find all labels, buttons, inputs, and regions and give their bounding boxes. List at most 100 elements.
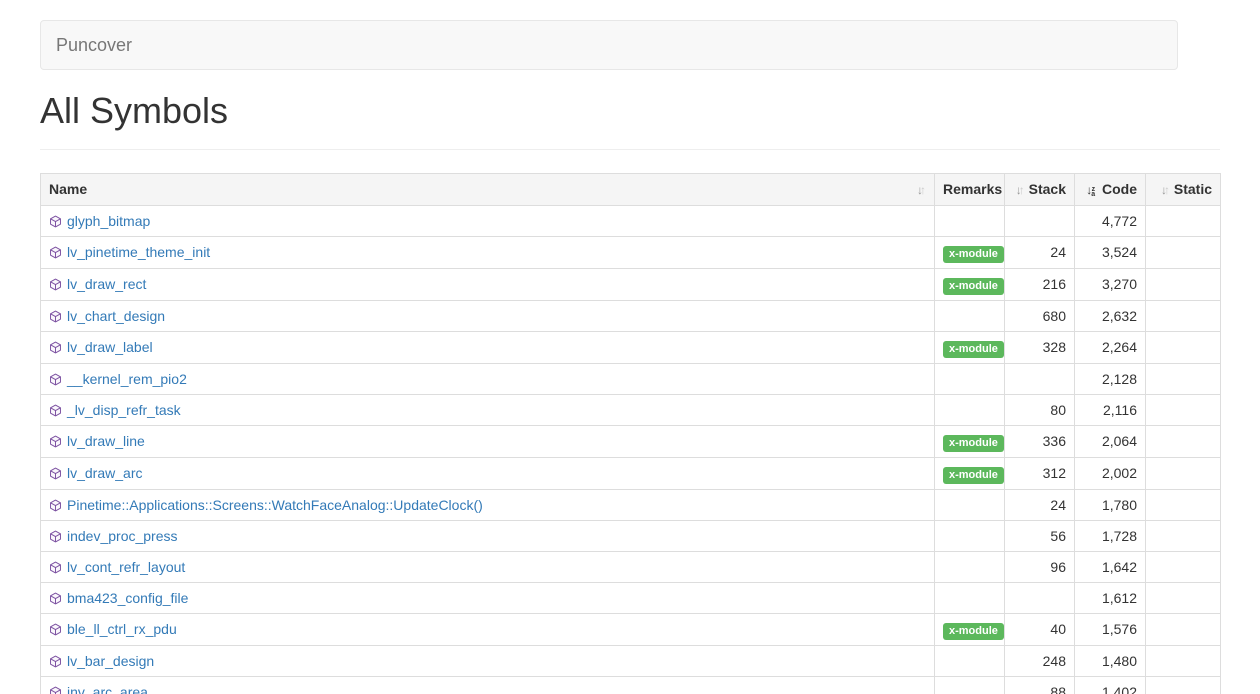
column-header-stack[interactable]: ↓↑ Stack: [1005, 173, 1075, 205]
cube-icon: [49, 246, 62, 259]
remarks-cell: [935, 676, 1005, 694]
symbol-row: lv_bar_design 248 1,480: [41, 645, 1221, 676]
stack-value-cell: 328: [1005, 331, 1075, 363]
symbol-link[interactable]: __kernel_rem_pio2: [67, 371, 187, 387]
static-value-cell: [1146, 645, 1221, 676]
symbols-table: Name ↓↑ Remarks ↓↑ Stack ↓za Code ↓↑ Sta…: [40, 173, 1221, 694]
code-value-cell: 1,728: [1075, 520, 1146, 551]
symbol-link[interactable]: glyph_bitmap: [67, 213, 150, 229]
name-cell: Pinetime::Applications::Screens::WatchFa…: [41, 489, 935, 520]
static-value-cell: [1146, 613, 1221, 645]
column-header-static[interactable]: ↓↑ Static: [1146, 173, 1221, 205]
sort-alpha-desc-icon: ↓za: [1086, 179, 1095, 200]
symbol-link[interactable]: inv_arc_area: [67, 684, 148, 694]
column-label-stack: Stack: [1029, 181, 1066, 197]
column-header-name[interactable]: Name ↓↑: [41, 173, 935, 205]
name-cell: lv_draw_line: [41, 425, 935, 457]
code-value-cell: 1,780: [1075, 489, 1146, 520]
remarks-cell: [935, 582, 1005, 613]
stack-value-cell: 24: [1005, 489, 1075, 520]
symbol-link[interactable]: lv_draw_label: [67, 339, 153, 355]
navbar: Puncover: [40, 20, 1178, 70]
code-value-cell: 1,642: [1075, 551, 1146, 582]
code-value-cell: 3,270: [1075, 268, 1146, 300]
static-value-cell: [1146, 457, 1221, 489]
name-cell: ble_ll_ctrl_rx_pdu: [41, 613, 935, 645]
symbol-link[interactable]: ble_ll_ctrl_rx_pdu: [67, 621, 177, 637]
symbol-row: glyph_bitmap 4,772: [41, 205, 1221, 236]
symbol-link[interactable]: lv_chart_design: [67, 308, 165, 324]
remarks-cell: [935, 645, 1005, 676]
code-value-cell: 3,524: [1075, 236, 1146, 268]
symbol-row: _lv_disp_refr_task 80 2,116: [41, 394, 1221, 425]
symbol-link[interactable]: _lv_disp_refr_task: [67, 402, 181, 418]
cube-icon: [49, 655, 62, 668]
symbol-link[interactable]: lv_draw_rect: [67, 276, 146, 292]
static-value-cell: [1146, 520, 1221, 551]
static-value-cell: [1146, 394, 1221, 425]
column-header-code[interactable]: ↓za Code: [1075, 173, 1146, 205]
symbol-link[interactable]: lv_cont_refr_layout: [67, 559, 185, 575]
symbol-link[interactable]: lv_bar_design: [67, 653, 154, 669]
code-value-cell: 2,064: [1075, 425, 1146, 457]
remarks-cell: x-module: [935, 268, 1005, 300]
symbol-link[interactable]: lv_pinetime_theme_init: [67, 244, 210, 260]
symbol-row: inv_arc_area 88 1,402: [41, 676, 1221, 694]
name-cell: lv_draw_rect: [41, 268, 935, 300]
code-value-cell: 1,576: [1075, 613, 1146, 645]
name-cell: lv_draw_label: [41, 331, 935, 363]
symbol-row: bma423_config_file 1,612: [41, 582, 1221, 613]
symbol-link[interactable]: lv_draw_line: [67, 433, 145, 449]
symbol-link[interactable]: indev_proc_press: [67, 528, 178, 544]
navbar-brand[interactable]: Puncover: [41, 35, 147, 55]
code-value-cell: 2,632: [1075, 300, 1146, 331]
stack-value-cell: 336: [1005, 425, 1075, 457]
name-cell: _lv_disp_refr_task: [41, 394, 935, 425]
symbol-link[interactable]: Pinetime::Applications::Screens::WatchFa…: [67, 497, 483, 513]
stack-value-cell: 216: [1005, 268, 1075, 300]
column-header-remarks[interactable]: Remarks: [935, 173, 1005, 205]
static-value-cell: [1146, 489, 1221, 520]
code-value-cell: 2,116: [1075, 394, 1146, 425]
stack-value-cell: 80: [1005, 394, 1075, 425]
x-module-badge: x-module: [943, 246, 1004, 263]
symbol-row: lv_cont_refr_layout 96 1,642: [41, 551, 1221, 582]
code-value-cell: 2,002: [1075, 457, 1146, 489]
x-module-badge: x-module: [943, 623, 1004, 640]
cube-icon: [49, 435, 62, 448]
static-value-cell: [1146, 363, 1221, 394]
cube-icon: [49, 686, 62, 694]
static-value-cell: [1146, 236, 1221, 268]
stack-value-cell: [1005, 582, 1075, 613]
sort-up-down-icon: ↓↑: [1016, 180, 1022, 200]
remarks-cell: x-module: [935, 457, 1005, 489]
remarks-cell: [935, 300, 1005, 331]
code-value-cell: 1,612: [1075, 582, 1146, 613]
sort-up-down-icon: ↓↑: [917, 180, 923, 200]
table-header-row: Name ↓↑ Remarks ↓↑ Stack ↓za Code ↓↑ Sta…: [41, 173, 1221, 205]
column-label-code: Code: [1102, 181, 1137, 197]
symbol-link[interactable]: bma423_config_file: [67, 590, 188, 606]
cube-icon: [49, 623, 62, 636]
cube-icon: [49, 592, 62, 605]
cube-icon: [49, 278, 62, 291]
name-cell: lv_bar_design: [41, 645, 935, 676]
cube-icon: [49, 467, 62, 480]
column-label-remarks: Remarks: [943, 181, 1002, 197]
symbol-row: lv_draw_arc x-module 312 2,002: [41, 457, 1221, 489]
symbol-row: indev_proc_press 56 1,728: [41, 520, 1221, 551]
name-cell: lv_chart_design: [41, 300, 935, 331]
symbol-row: lv_chart_design 680 2,632: [41, 300, 1221, 331]
cube-icon: [49, 404, 62, 417]
symbol-row: lv_draw_label x-module 328 2,264: [41, 331, 1221, 363]
name-cell: __kernel_rem_pio2: [41, 363, 935, 394]
code-value-cell: 1,402: [1075, 676, 1146, 694]
symbol-link[interactable]: lv_draw_arc: [67, 465, 142, 481]
stack-value-cell: [1005, 363, 1075, 394]
cube-icon: [49, 499, 62, 512]
static-value-cell: [1146, 331, 1221, 363]
cube-icon: [49, 561, 62, 574]
static-value-cell: [1146, 300, 1221, 331]
stack-value-cell: 248: [1005, 645, 1075, 676]
symbol-row: lv_pinetime_theme_init x-module 24 3,524: [41, 236, 1221, 268]
